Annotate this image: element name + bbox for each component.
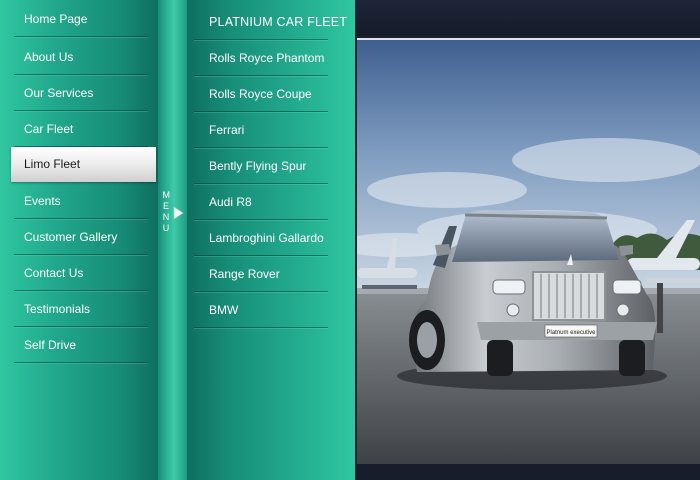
car-photo: Platnum executive — [357, 40, 700, 464]
nav-item-self-drive[interactable]: Self Drive — [14, 328, 148, 363]
nav-item-contact-us[interactable]: Contact Us — [14, 256, 148, 291]
submenu-item-lambroghini-gallardo[interactable]: Lambroghini Gallardo — [194, 220, 328, 256]
viewer-top-bar — [355, 0, 700, 36]
nav-item-home-page[interactable]: Home Page — [14, 2, 148, 37]
submenu-item-ferrari[interactable]: Ferrari — [194, 112, 328, 148]
main-nav: Home Page About Us Our Services Car Flee… — [0, 0, 158, 480]
triangle-right-icon[interactable] — [173, 206, 184, 220]
submenu-panel: PLATNIUM CAR FLEET Rolls Royce Phantom R… — [187, 0, 355, 480]
menu-toggle[interactable]: MENU — [158, 0, 187, 480]
submenu-item-bmw[interactable]: BMW — [194, 292, 328, 328]
nav-item-limo-fleet[interactable]: Limo Fleet — [11, 147, 156, 182]
nav-item-events[interactable]: Events — [14, 184, 148, 219]
photo-frame: Platnum executive — [357, 38, 700, 466]
submenu-item-rolls-royce-phantom[interactable]: Rolls Royce Phantom — [194, 40, 328, 76]
nav-item-testimonials[interactable]: Testimonials — [14, 292, 148, 327]
wheel-front-center-left — [487, 340, 513, 376]
submenu-item-rolls-royce-coupe[interactable]: Rolls Royce Coupe — [194, 76, 328, 112]
submenu-item-range-rover[interactable]: Range Rover — [194, 256, 328, 292]
photo-viewer: Platnum executive — [355, 0, 700, 480]
nav-item-customer-gallery[interactable]: Customer Gallery — [14, 220, 148, 255]
submenu-item-bently-flying-spur[interactable]: Bently Flying Spur — [194, 148, 328, 184]
number-plate-text: Platnum executive — [546, 330, 596, 336]
menu-label: MENU — [162, 190, 171, 233]
nav-item-about-us[interactable]: About Us — [14, 40, 148, 75]
nav-item-our-services[interactable]: Our Services — [14, 76, 148, 111]
submenu-heading[interactable]: PLATNIUM CAR FLEET — [194, 4, 347, 40]
viewer-bottom-bar — [355, 464, 700, 480]
nav-item-car-fleet[interactable]: Car Fleet — [14, 112, 148, 147]
wheel-front-right — [619, 340, 645, 376]
submenu-item-audi-r8[interactable]: Audi R8 — [194, 184, 328, 220]
